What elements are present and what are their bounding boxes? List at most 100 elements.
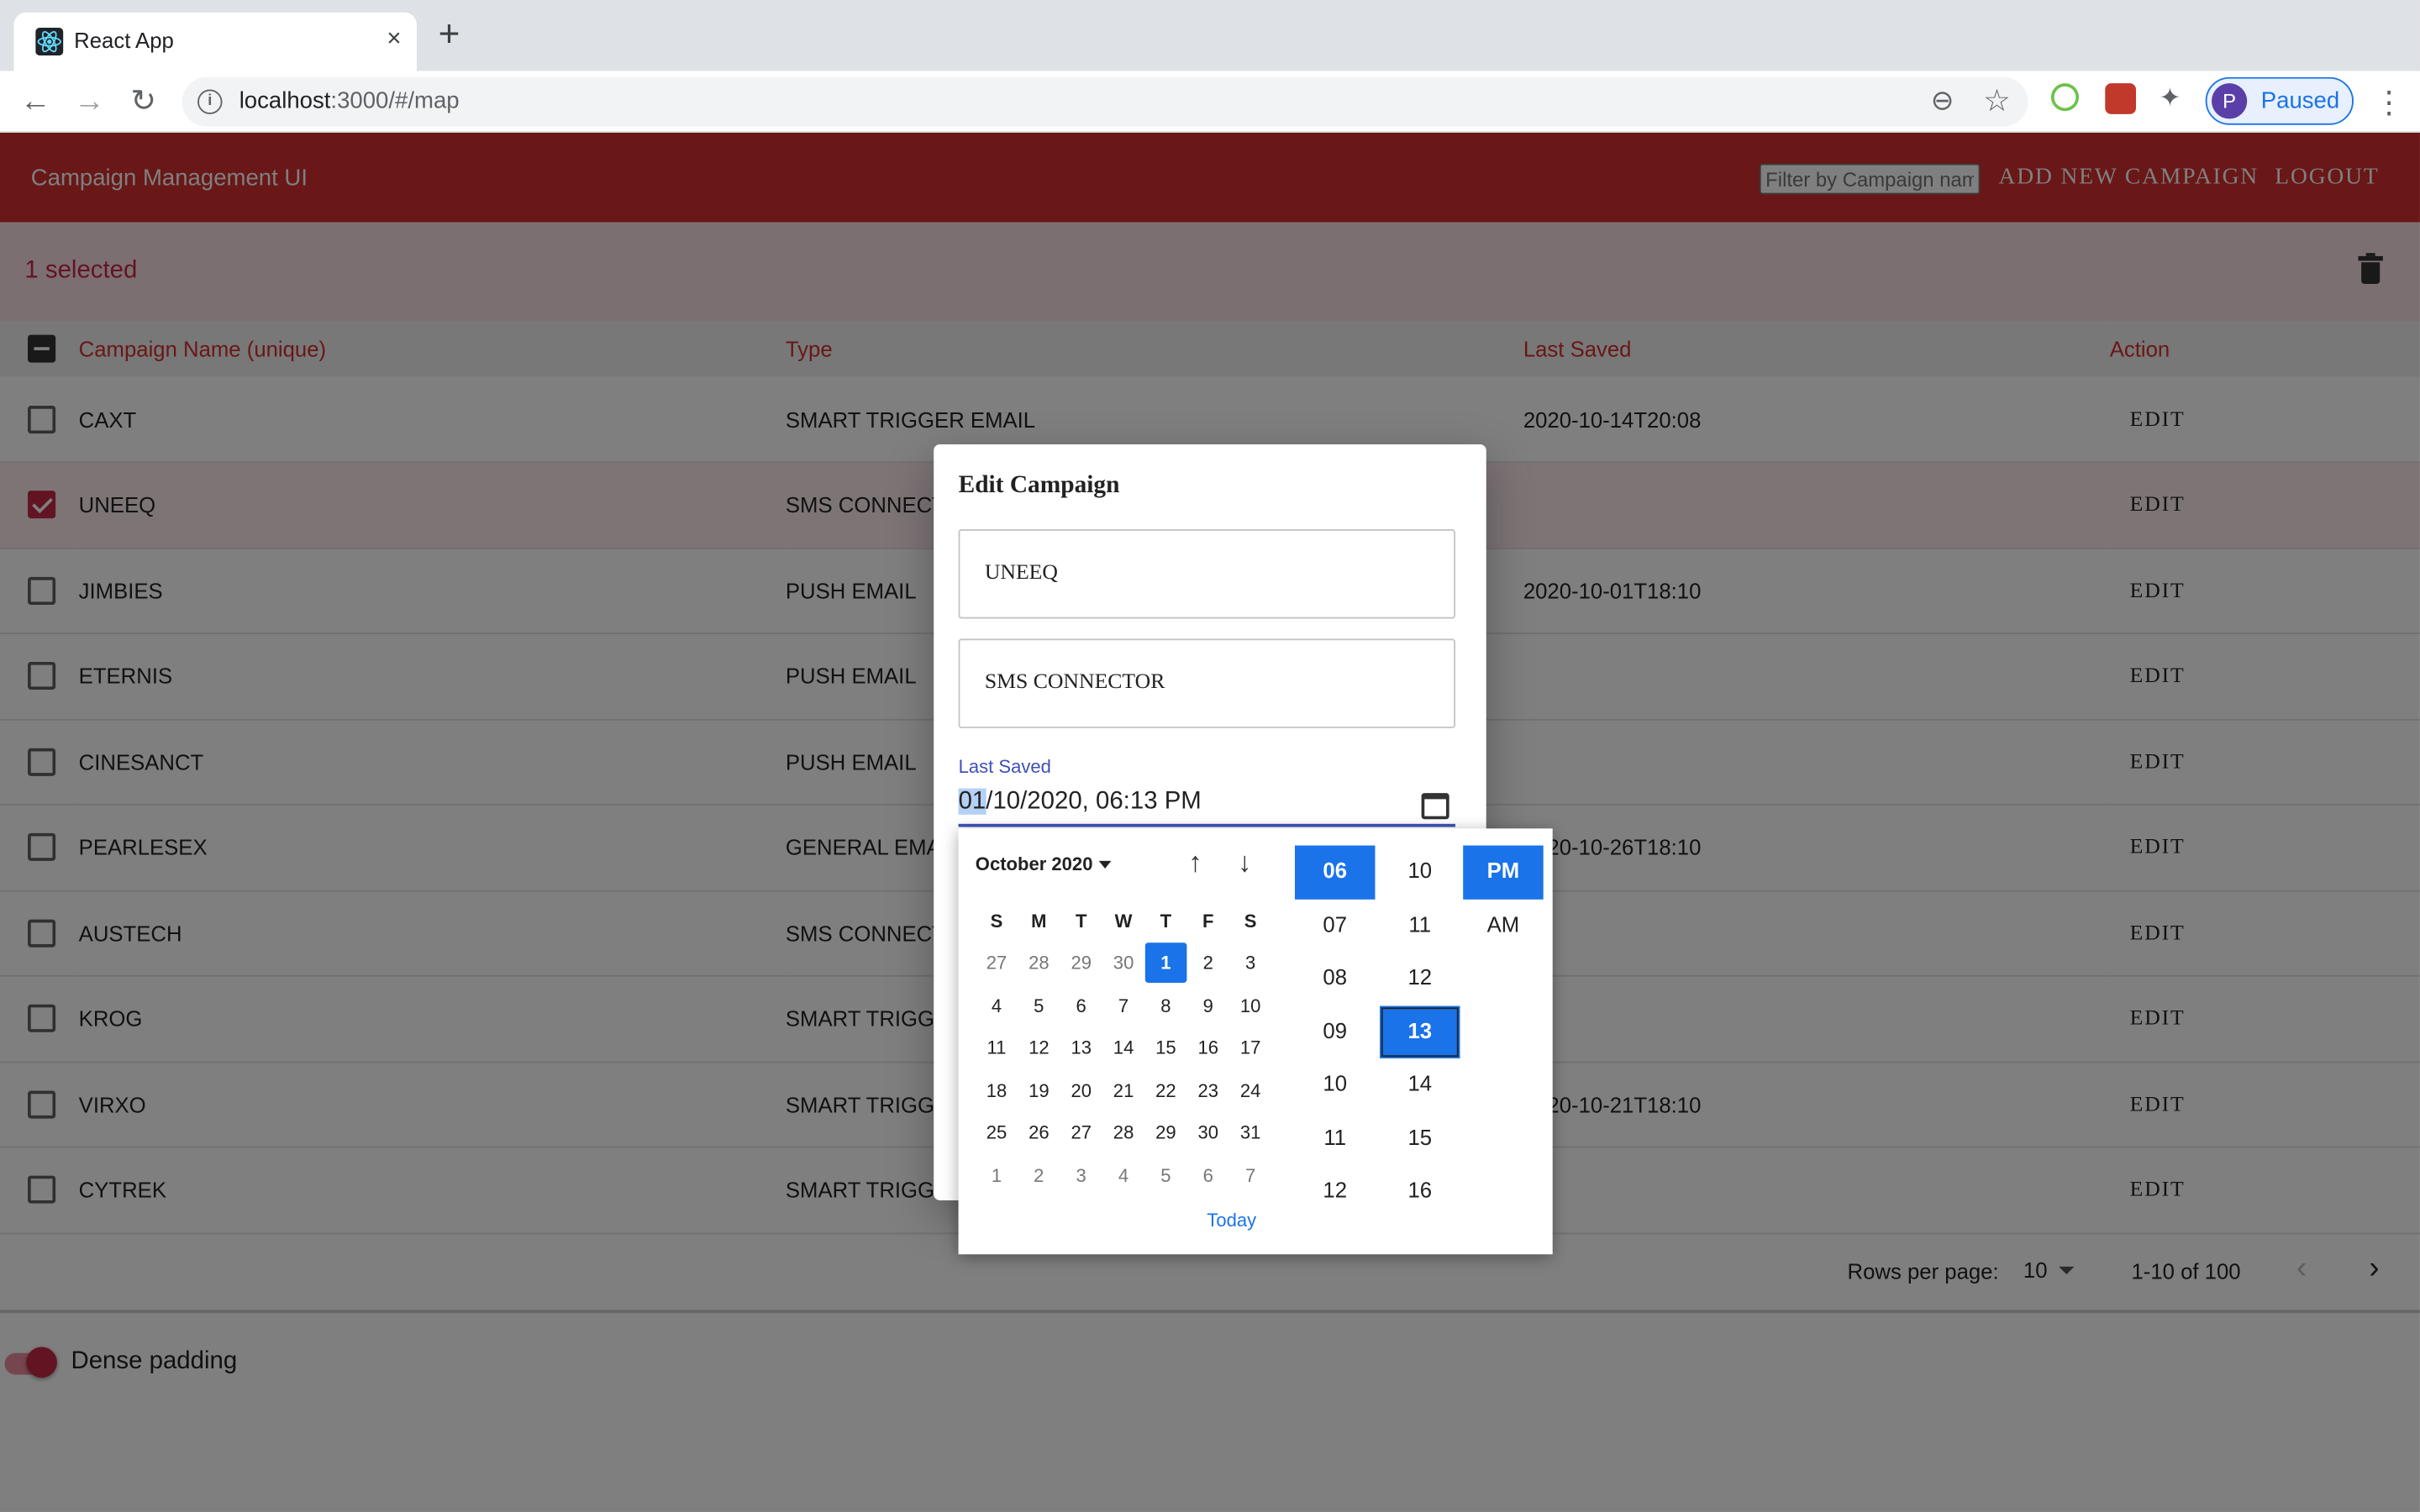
calendar-day[interactable]: 22 [1144,1070,1186,1110]
minute-option[interactable]: 15 [1380,1111,1460,1164]
react-logo-icon [35,28,64,56]
weekday-label: F [1202,910,1214,932]
calendar-day[interactable]: 23 [1187,1070,1229,1110]
profile-status: Paused [2260,87,2340,114]
calendar-day[interactable]: 30 [1102,943,1144,984]
month-selector[interactable]: October 2020 [976,853,1112,874]
tab-close-icon[interactable]: × [387,26,401,54]
hour-option[interactable]: 12 [1295,1165,1376,1218]
extension-bug-icon[interactable] [2105,83,2136,114]
calendar-week: 1234567 [976,1154,1272,1197]
calendar-day[interactable]: 11 [976,1028,1018,1068]
calendar-day[interactable]: 28 [1102,1113,1144,1153]
minute-option[interactable]: 13 [1380,1005,1460,1058]
extension-ring-icon[interactable] [2050,83,2080,112]
dialog-title: Edit Campaign [958,472,1120,499]
browser-tab[interactable]: React App × [13,12,417,71]
calendar-day[interactable]: 1 [1144,942,1187,984]
weekday-label: S [990,910,1003,932]
minute-option[interactable]: 11 [1380,899,1460,952]
calendar-day[interactable]: 1 [976,1155,1018,1195]
extensions-puzzle-icon[interactable]: ✦ [2160,83,2191,114]
chevron-down-icon [1098,861,1112,869]
meridiem-option[interactable]: PM [1463,845,1544,899]
calendar-day[interactable]: 3 [1060,1155,1102,1195]
calendar-day[interactable]: 26 [1018,1113,1060,1153]
calendar-day[interactable]: 6 [1187,1155,1229,1195]
browser-menu-icon[interactable]: ⋮ [2374,83,2405,122]
address-bar[interactable]: i localhost:3000/#/map ⊖ ☆ [182,76,2028,127]
meridiem-option[interactable]: AM [1463,899,1544,952]
calendar-day[interactable]: 18 [976,1070,1018,1110]
calendar-day[interactable]: 21 [1102,1070,1144,1110]
calendar-day[interactable]: 13 [1060,1028,1102,1068]
calendar-day[interactable]: 20 [1060,1070,1102,1110]
calendar-day[interactable]: 7 [1102,985,1144,1026]
minute-option[interactable]: 16 [1380,1165,1460,1218]
calendar-day[interactable]: 7 [1229,1155,1271,1195]
zoom-icon[interactable]: ⊖ [1931,85,1954,118]
weekday-label: S [1244,910,1257,932]
site-info-icon[interactable]: i [197,89,223,114]
calendar-day[interactable]: 2 [1187,943,1229,984]
meridiem-column: PM AM [1463,845,1544,953]
new-tab-button[interactable]: + [439,16,460,53]
minute-option[interactable]: 10 [1380,846,1460,899]
calendar-day[interactable]: 6 [1060,985,1102,1026]
hour-option[interactable]: 06 [1294,845,1376,899]
calendar-day[interactable]: 9 [1187,985,1229,1026]
calendar-day[interactable]: 27 [1060,1113,1102,1153]
calendar-day[interactable]: 27 [976,943,1018,984]
calendar-day[interactable]: 29 [1144,1113,1186,1153]
calendar-week: 27 28 29 30 1 2 3 [976,942,1272,984]
calendar-icon[interactable] [1421,793,1449,820]
calendar-day[interactable]: 16 [1187,1028,1229,1068]
calendar-day[interactable]: 24 [1229,1070,1271,1110]
hour-option[interactable]: 10 [1295,1058,1376,1111]
calendar-day[interactable]: 12 [1018,1028,1060,1068]
tab-title: React App [74,28,174,53]
calendar-day[interactable]: 31 [1229,1113,1271,1153]
last-saved-input[interactable]: 01/10/2020, 06:13 PM [958,780,1456,827]
next-month-icon[interactable]: ↓ [1238,847,1252,879]
today-button[interactable]: Today [1207,1210,1256,1231]
weekday-label: T [1160,910,1172,932]
hour-option[interactable]: 09 [1295,1005,1376,1058]
profile-button[interactable]: P Paused [2205,76,2354,125]
forward-icon[interactable]: → [71,83,108,120]
bookmark-star-icon[interactable]: ☆ [1983,81,2011,120]
calendar-day[interactable]: 17 [1229,1028,1271,1068]
calendar-day[interactable]: 5 [1144,1155,1186,1195]
url-text[interactable]: localhost:3000/#/map [239,88,460,114]
last-saved-label: Last Saved [958,755,1051,778]
reload-icon[interactable]: ↻ [125,83,162,120]
calendar-day[interactable]: 19 [1018,1070,1060,1110]
calendar-day[interactable]: 28 [1018,943,1060,984]
calendar-day[interactable]: 4 [1102,1155,1144,1195]
calendar-day[interactable]: 2 [1018,1155,1060,1195]
calendar-day[interactable]: 8 [1144,985,1186,1026]
hour-option[interactable]: 08 [1295,952,1376,1005]
campaign-name-field[interactable]: UNEEQ [958,528,1456,619]
back-icon[interactable]: ← [17,83,54,120]
hour-option[interactable]: 07 [1295,899,1376,952]
weekday-label: M [1031,910,1047,932]
calendar-day[interactable]: 15 [1144,1028,1186,1068]
calendar-day[interactable]: 25 [976,1113,1018,1153]
calendar-day[interactable]: 5 [1018,985,1060,1026]
calendar-day[interactable]: 29 [1060,943,1102,984]
minute-option[interactable]: 14 [1380,1058,1460,1111]
minute-option[interactable]: 12 [1380,952,1460,1005]
calendar-grid: S M T W T F S 27 28 29 30 1 2 3 4 5 6 7 8 9 10 11 12 13 14 15 16 17… [976,900,1272,1197]
campaign-type-field[interactable]: SMS CONNECTOR [958,638,1456,728]
calendar-day[interactable]: 3 [1229,943,1271,984]
calendar-day[interactable]: 14 [1102,1028,1144,1068]
hour-option[interactable]: 11 [1295,1111,1376,1164]
calendar-day[interactable]: 10 [1229,985,1271,1026]
calendar-day[interactable]: 4 [976,985,1018,1026]
weekday-label: T [1075,910,1087,932]
calendar-week: 11 12 13 14 15 16 17 [976,1026,1272,1069]
previous-month-icon[interactable]: ↑ [1188,847,1202,879]
browser-toolbar: ← → ↻ i localhost:3000/#/map ⊖ ☆ ✦ P Pau… [0,71,2420,133]
calendar-day[interactable]: 30 [1187,1113,1229,1153]
